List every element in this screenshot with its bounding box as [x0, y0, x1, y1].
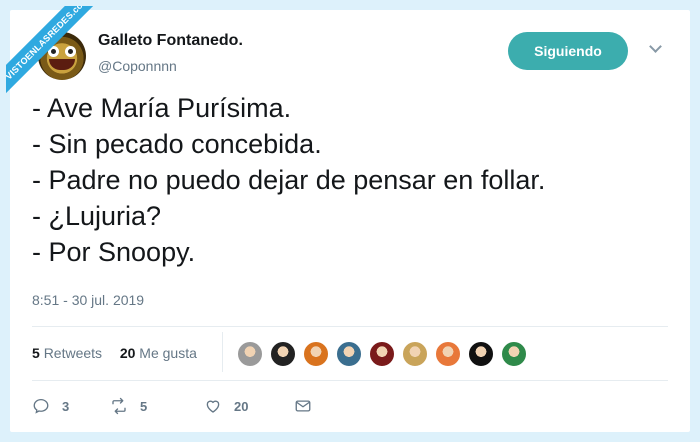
liker-avatar[interactable]	[467, 340, 495, 368]
retweet-button[interactable]: 5	[110, 396, 147, 416]
tweet-card: VISTOENLASREDES.com Galleto Fontanedo. @…	[6, 6, 690, 432]
following-button[interactable]: Siguiendo	[508, 32, 628, 70]
reply-count: 3	[62, 398, 70, 414]
tweet-line: - Por Snoopy.	[32, 237, 196, 267]
tweet-timestamp[interactable]: 8:51 - 30 jul. 2019	[32, 292, 144, 308]
tweet-text: - Ave María Purísima. - Sin pecado conce…	[32, 90, 672, 270]
stats-separator	[222, 332, 223, 372]
engagement-stats: 5 Retweets 20 Me gusta	[32, 345, 197, 361]
divider-top	[32, 326, 668, 327]
likes-stat[interactable]: 20 Me gusta	[120, 345, 197, 361]
chevron-down-icon[interactable]	[650, 44, 660, 54]
envelope-icon	[295, 400, 311, 412]
direct-message-button[interactable]	[294, 396, 312, 416]
reply-icon	[33, 398, 49, 414]
tweet-line: - Padre no puedo dejar de pensar en foll…	[32, 165, 546, 195]
liker-avatar[interactable]	[368, 340, 396, 368]
liker-avatar[interactable]	[434, 340, 462, 368]
liker-avatar[interactable]	[335, 340, 363, 368]
watermark-ribbon: VISTOENLASREDES.com	[6, 6, 116, 116]
like-button[interactable]: 20	[204, 396, 248, 416]
liker-avatar[interactable]	[269, 340, 297, 368]
tweet-line: - Sin pecado concebida.	[32, 129, 322, 159]
watermark-text: VISTOENLASREDES.com	[6, 6, 108, 99]
heart-icon	[206, 400, 220, 413]
tweet-line: - ¿Lujuria?	[32, 201, 162, 231]
divider-bottom	[32, 380, 668, 381]
liker-avatar[interactable]	[302, 340, 330, 368]
liker-avatar[interactable]	[401, 340, 429, 368]
display-name[interactable]: Galleto Fontanedo.	[98, 32, 243, 50]
tweet-line: - Ave María Purísima.	[32, 93, 292, 123]
retweets-stat[interactable]: 5 Retweets	[32, 345, 102, 361]
like-count: 20	[234, 398, 249, 414]
retweet-count: 5	[140, 398, 148, 414]
liker-avatar[interactable]	[236, 340, 264, 368]
liker-avatar[interactable]	[500, 340, 528, 368]
reply-button[interactable]: 3	[32, 396, 69, 416]
tweet-actions: 3 5 20	[32, 396, 352, 416]
retweet-icon	[112, 397, 126, 415]
